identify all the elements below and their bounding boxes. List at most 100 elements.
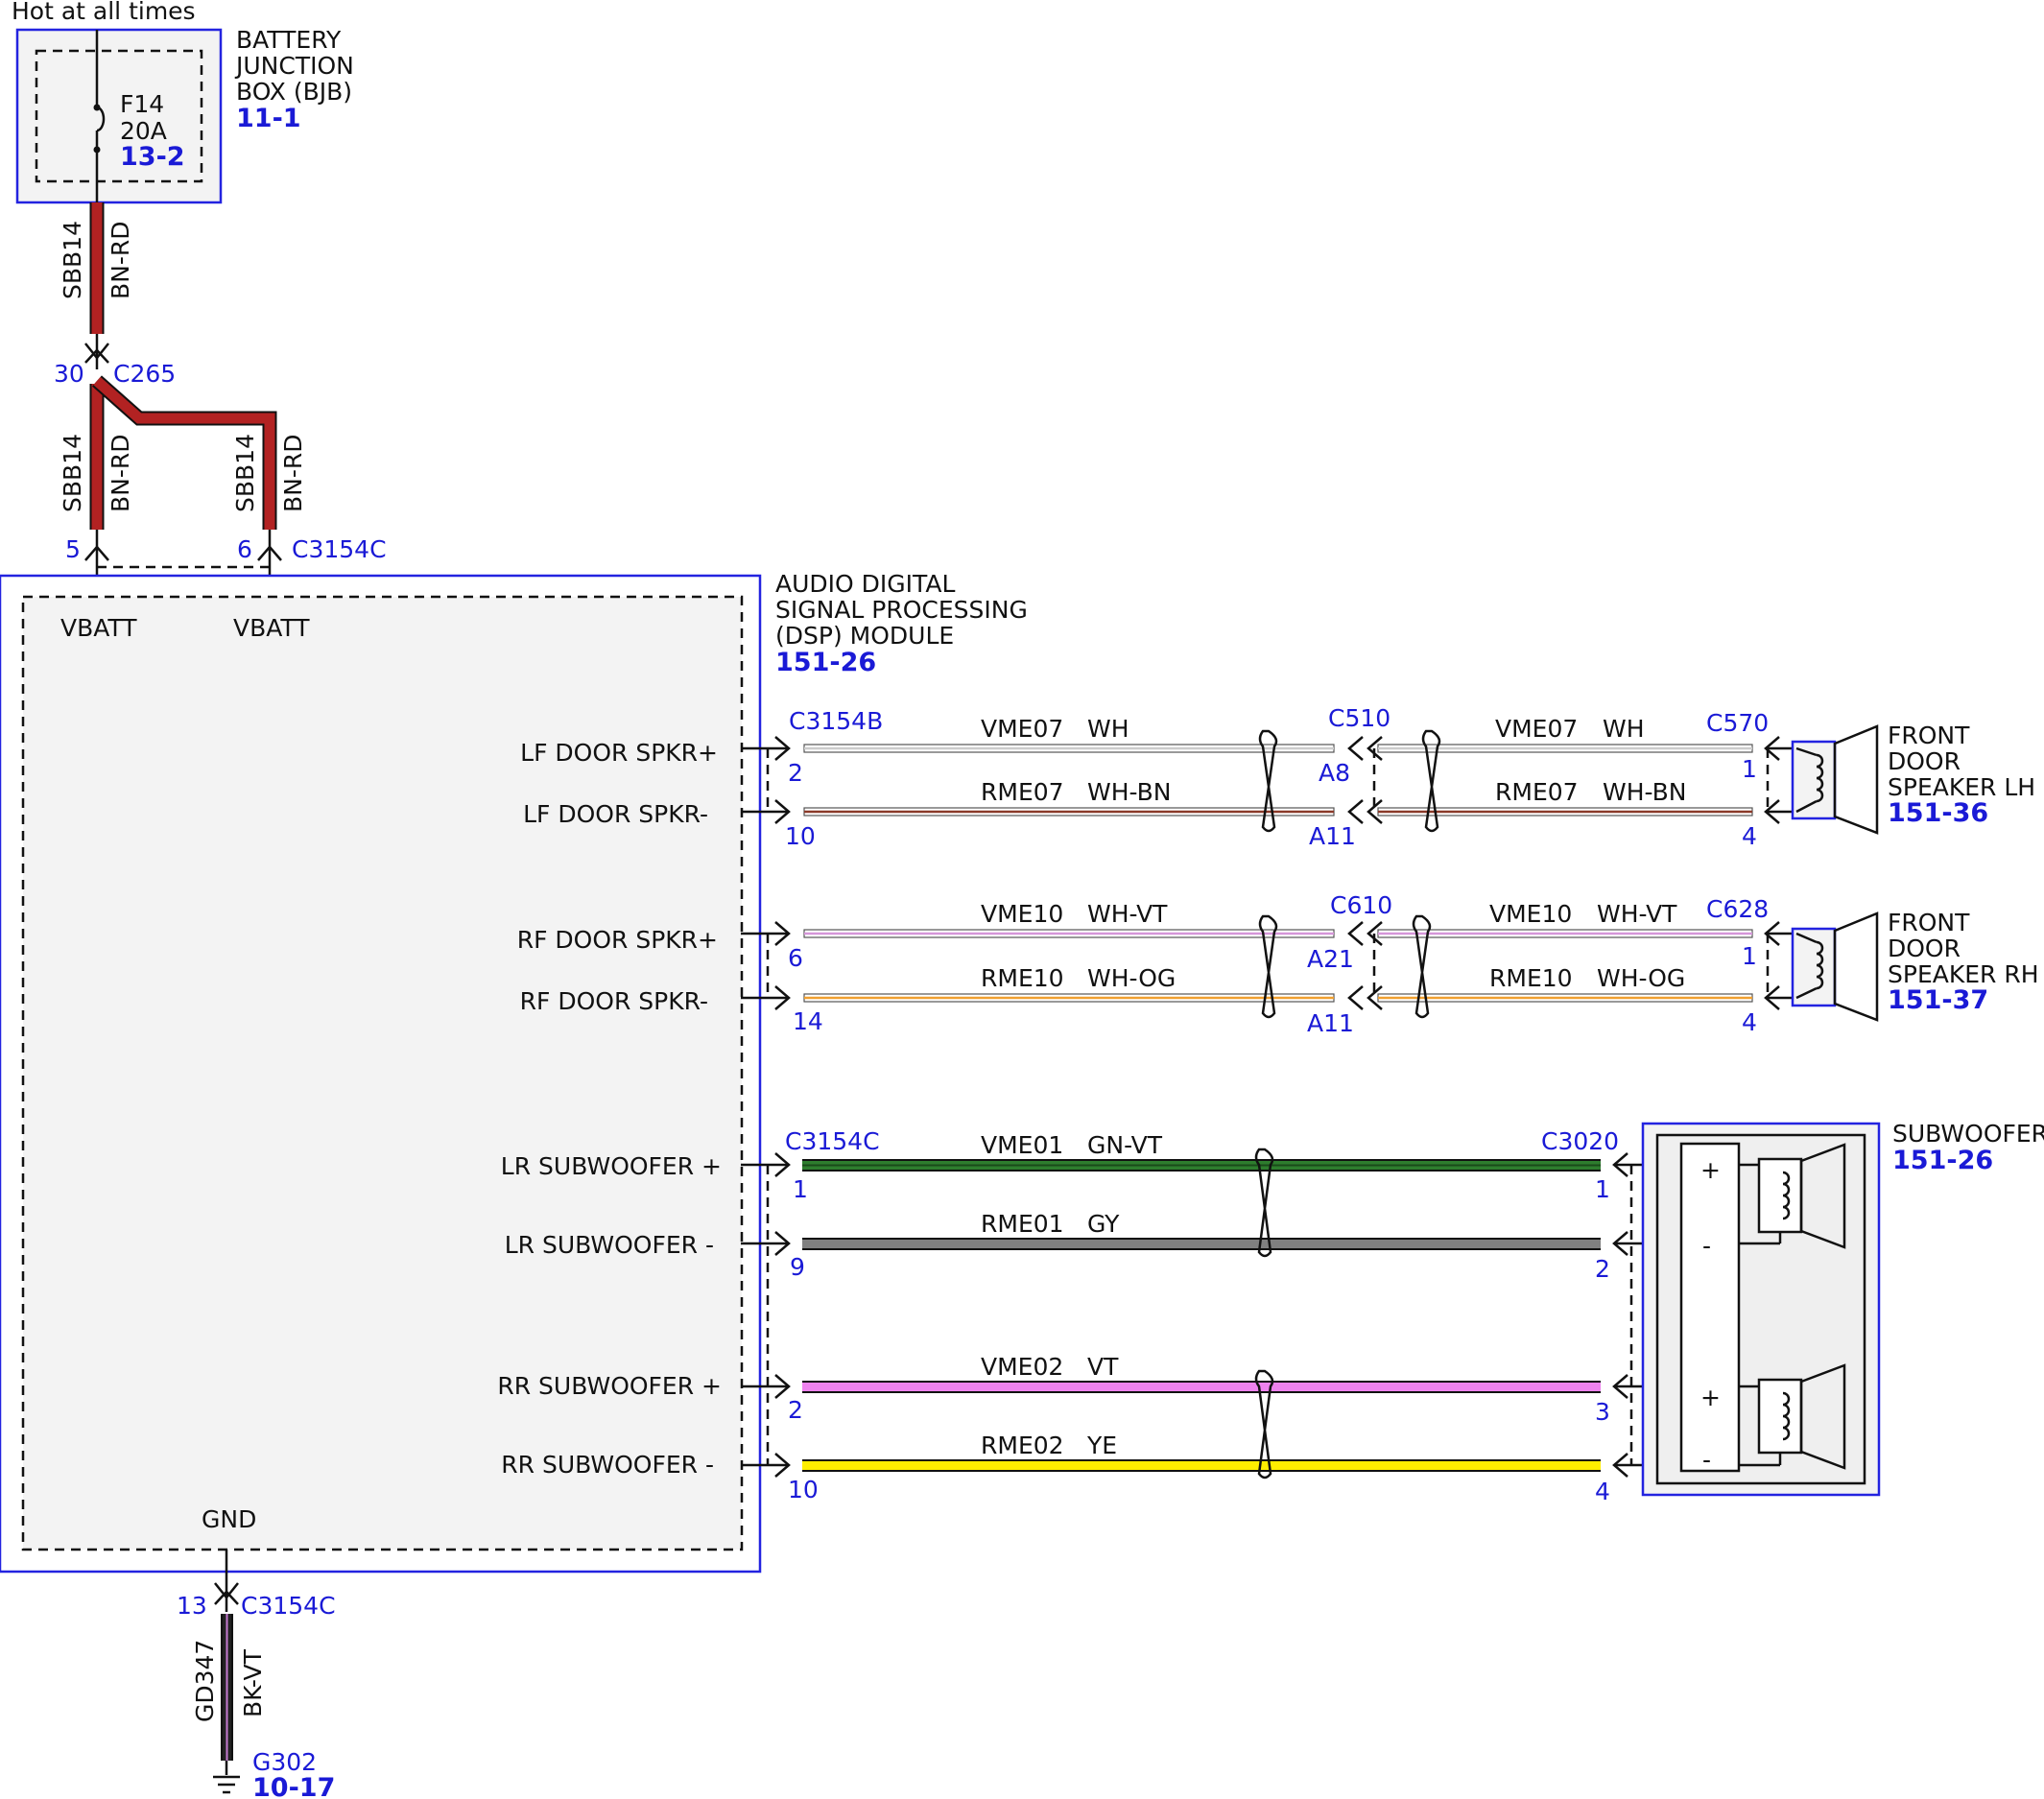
wire-vme02-circuit: VME02 — [981, 1353, 1063, 1381]
sub-pin-sub-1: 1 — [1595, 1175, 1610, 1203]
lh-pin-dsp-1: 2 — [788, 759, 803, 787]
wire-sbb14-left-circuit: SBB14 — [59, 434, 86, 512]
front-lh-label-line1: FRONT — [1888, 722, 1970, 749]
pin6-label: 6 — [237, 535, 252, 563]
dsp-title-line1: AUDIO DIGITAL — [775, 570, 955, 598]
wire-vme10-a-circuit: VME10 — [981, 900, 1063, 928]
c3154b-name: C3154B — [789, 707, 883, 735]
port-rf-door-spkr-plus: RF DOOR SPKR+ — [517, 926, 718, 954]
front-rh-ref-link[interactable]: 151-37 — [1888, 985, 1988, 1015]
sub-pin-dsp-2: 9 — [790, 1253, 805, 1281]
sub-wire-4 — [741, 1453, 1703, 1478]
bjb-label-line1: BATTERY — [236, 26, 342, 54]
rh-pin-mid-2: A11 — [1307, 1009, 1354, 1037]
battery-junction-box — [15, 28, 223, 204]
subwoofer-ref-link[interactable]: 151-26 — [1892, 1146, 1993, 1175]
gnd-label: GND — [202, 1505, 256, 1533]
wire-rme02-color: YE — [1086, 1432, 1117, 1459]
rh-pin-spk-1: 1 — [1742, 942, 1757, 970]
wire-rme02 — [802, 1461, 1601, 1470]
port-rf-door-spkr-minus: RF DOOR SPKR- — [520, 987, 708, 1015]
wire-sbb14-right-color: BN-RD — [279, 435, 307, 513]
wire-sbb14-top-color: BN-RD — [107, 222, 134, 300]
port-lr-subwoofer-minus: LR SUBWOOFER - — [505, 1231, 714, 1259]
vbatt-right-label: VBATT — [233, 614, 310, 642]
wire-vme07-b-circuit: VME07 — [1495, 715, 1578, 743]
c3020-name: C3020 — [1541, 1127, 1619, 1155]
front-rh-label-line2: DOOR — [1888, 935, 1961, 962]
wire-rme10-b-circuit: RME10 — [1489, 964, 1573, 992]
sub-plus-bottom: + — [1700, 1384, 1721, 1411]
wire-sbb14-right-circuit: SBB14 — [231, 434, 259, 512]
sub-wire-3 — [741, 1374, 1689, 1399]
lh-pin-mid-2: A11 — [1309, 822, 1356, 850]
wire-rme01-color: GY — [1087, 1210, 1120, 1238]
c265-name: C265 — [113, 360, 176, 388]
wire-vme02-color: VT — [1087, 1353, 1119, 1381]
front-lh-ref-link[interactable]: 151-36 — [1888, 798, 1988, 828]
rh-pin-spk-2: 4 — [1742, 1008, 1757, 1036]
front-lh-label-line3: SPEAKER LH — [1888, 773, 2035, 801]
bjb-ref-link[interactable]: 11-1 — [236, 104, 301, 133]
sub-pin-sub-4: 4 — [1595, 1478, 1610, 1505]
port-rr-subwoofer-minus: RR SUBWOOFER - — [501, 1451, 714, 1479]
wire-sbb14-top-circuit: SBB14 — [59, 221, 86, 299]
subwoofer-label: SUBWOOFER — [1892, 1120, 2044, 1148]
wiring-diagram: Hot at all times F14 20A 13-2 BATTERY JU… — [0, 0, 2044, 1799]
sub-pin-dsp-4: 10 — [788, 1476, 819, 1503]
wire-vme10-b-circuit: VME10 — [1489, 900, 1572, 928]
wire-gd347-color: BK-VT — [239, 1648, 267, 1717]
sub-top-coil-box — [1757, 1157, 1803, 1234]
c510-name: C510 — [1328, 704, 1390, 732]
wire-rme07-a-color: WH-BN — [1087, 778, 1172, 806]
fuse-terminal-top — [93, 104, 101, 111]
sub-pin-sub-3: 3 — [1595, 1398, 1610, 1426]
front-lh-speaker-cone-icon — [1833, 724, 1879, 835]
wire-rme02-circuit: RME02 — [981, 1432, 1064, 1459]
c265-pin: 30 — [54, 360, 84, 388]
sub-minus-top: - — [1702, 1232, 1711, 1260]
c628-name: C628 — [1706, 895, 1769, 923]
wire-rme10-b-color: WH-OG — [1597, 964, 1685, 992]
sub-minus-bottom: - — [1702, 1446, 1711, 1474]
c510-a8-icon-a — [1347, 736, 1364, 761]
ground-point: G302 — [252, 1748, 317, 1776]
front-rh-label-line3: SPEAKER RH — [1888, 960, 2039, 988]
bjb-label-line3: BOX (BJB) — [236, 78, 352, 106]
sub-pin-dsp-3: 2 — [788, 1396, 803, 1424]
vbatt-left-label: VBATT — [60, 614, 137, 642]
port-rr-subwoofer-plus: RR SUBWOOFER + — [497, 1372, 722, 1400]
wire-rme07-b-color: WH-BN — [1603, 778, 1687, 806]
fuse-ref-link[interactable]: 13-2 — [120, 142, 185, 172]
lh-pin-spk-2: 4 — [1742, 822, 1757, 850]
gnd-pin: 13 — [177, 1592, 207, 1620]
wire-gd347-circuit: GD347 — [191, 1640, 219, 1722]
wire-vme07-a-circuit: VME07 — [981, 715, 1063, 743]
port-lr-subwoofer-plus: LR SUBWOOFER + — [501, 1152, 722, 1180]
front-rh-label-line1: FRONT — [1888, 909, 1970, 936]
c610-a11-icon-a — [1347, 985, 1364, 1010]
fuse-name: F14 — [120, 90, 164, 118]
dsp-title-line2: SIGNAL PROCESSING — [775, 596, 1028, 624]
c510-a11-icon-a — [1347, 799, 1364, 824]
wire-vme02 — [802, 1383, 1601, 1391]
dsp-ref-link[interactable]: 151-26 — [775, 648, 876, 677]
sub-plus-top: + — [1700, 1156, 1721, 1184]
wire-vme07-a-color: WH — [1087, 715, 1129, 743]
rh-pin-dsp-1: 6 — [788, 944, 803, 972]
front-rh-speaker-cone-icon — [1833, 911, 1879, 1022]
lh-pin-mid-1: A8 — [1319, 759, 1350, 787]
ground-ref-link[interactable]: 10-17 — [252, 1773, 335, 1799]
wire-rme10-a-color: WH-OG — [1087, 964, 1176, 992]
c610-name: C610 — [1330, 891, 1392, 919]
wire-rme01-circuit: RME01 — [981, 1210, 1064, 1238]
bjb-label-line2: JUNCTION — [234, 52, 354, 80]
rh-pin-dsp-2: 14 — [793, 1007, 823, 1035]
wire-rme07-a-circuit: RME07 — [981, 778, 1064, 806]
wire-vme01-circuit: VME01 — [981, 1131, 1063, 1159]
wire-vme10-a-color: WH-VT — [1087, 900, 1168, 928]
front-lh-label-line2: DOOR — [1888, 747, 1961, 775]
sub-wire-2 — [741, 1231, 1703, 1256]
sub-pin-dsp-1: 1 — [793, 1175, 808, 1203]
wire-vme01-color: GN-VT — [1087, 1131, 1163, 1159]
